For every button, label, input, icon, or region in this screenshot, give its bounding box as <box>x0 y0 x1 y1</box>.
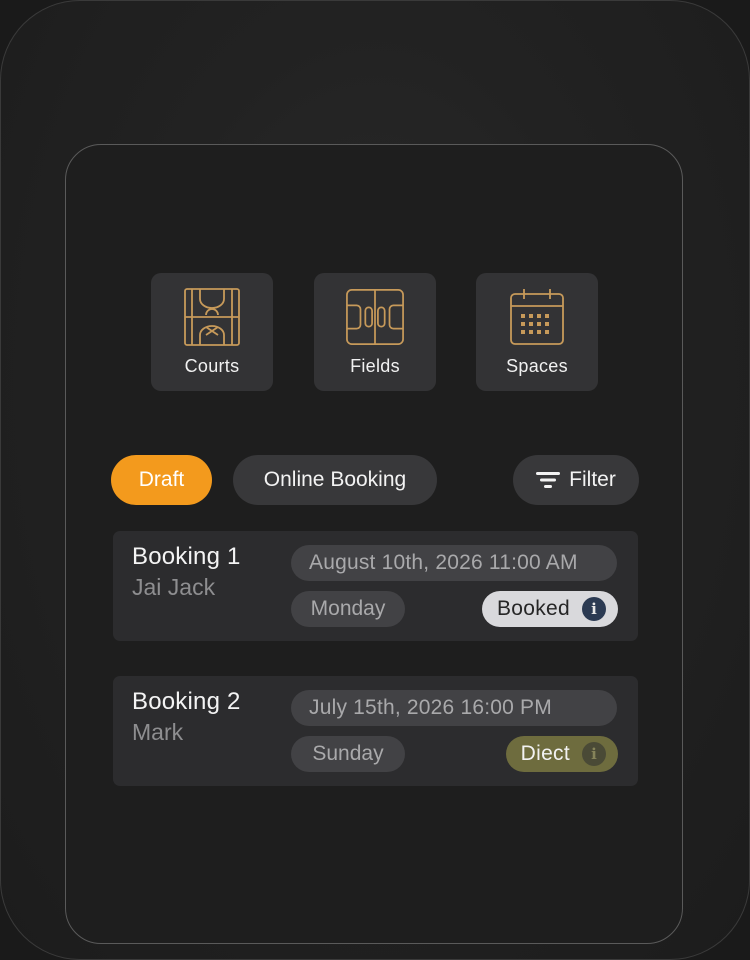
filter-icon <box>536 471 561 489</box>
category-spaces-label: Spaces <box>506 356 568 376</box>
booking-datetime-text: August 10th, 2026 11:00 AM <box>309 551 578 574</box>
status-badge-text: Booked <box>496 597 570 620</box>
tab-online-booking[interactable]: Online Booking <box>233 455 437 505</box>
info-icon[interactable]: i <box>582 597 606 621</box>
tab-online-booking-label: Online Booking <box>263 468 407 491</box>
app-screen: Courts Fields Spaces Draft Online Bookin… <box>65 144 683 944</box>
booking-card[interactable]: Booking 2 Mark July 15th, 2026 16:00 PM … <box>113 676 638 786</box>
booking-title: Booking 2 <box>132 688 241 715</box>
status-badge-text: Diect <box>520 742 570 765</box>
booking-datetime: August 10th, 2026 11:00 AM <box>291 545 617 581</box>
tab-draft-label: Draft <box>138 468 185 491</box>
device-frame: Courts Fields Spaces Draft Online Bookin… <box>0 0 750 960</box>
booking-day-text: Monday <box>310 597 386 620</box>
booking-person: Jai Jack <box>132 574 216 600</box>
filter-label: Filter <box>569 468 616 491</box>
booking-datetime-text: July 15th, 2026 16:00 PM <box>309 696 552 719</box>
soccer-field-icon <box>345 287 405 347</box>
tab-draft[interactable]: Draft <box>111 455 212 505</box>
booking-card[interactable]: Booking 1 Jai Jack August 10th, 2026 11:… <box>113 531 638 641</box>
calendar-icon <box>507 287 567 347</box>
category-courts-label: Courts <box>184 356 240 376</box>
status-badge: Diect i <box>505 736 618 772</box>
category-courts-button[interactable]: Courts <box>151 273 273 391</box>
filter-button[interactable]: Filter <box>513 455 639 505</box>
status-badge: Booked i <box>481 591 618 627</box>
category-fields-button[interactable]: Fields <box>314 273 436 391</box>
booking-title: Booking 1 <box>132 543 241 570</box>
booking-day: Sunday <box>291 736 405 772</box>
basketball-court-icon <box>182 287 242 347</box>
info-icon[interactable]: i <box>582 742 606 766</box>
booking-day-text: Sunday <box>312 742 384 765</box>
category-spaces-button[interactable]: Spaces <box>476 273 598 391</box>
booking-person: Mark <box>132 719 184 745</box>
category-fields-label: Fields <box>350 356 400 376</box>
booking-day: Monday <box>291 591 405 627</box>
booking-datetime: July 15th, 2026 16:00 PM <box>291 690 617 726</box>
